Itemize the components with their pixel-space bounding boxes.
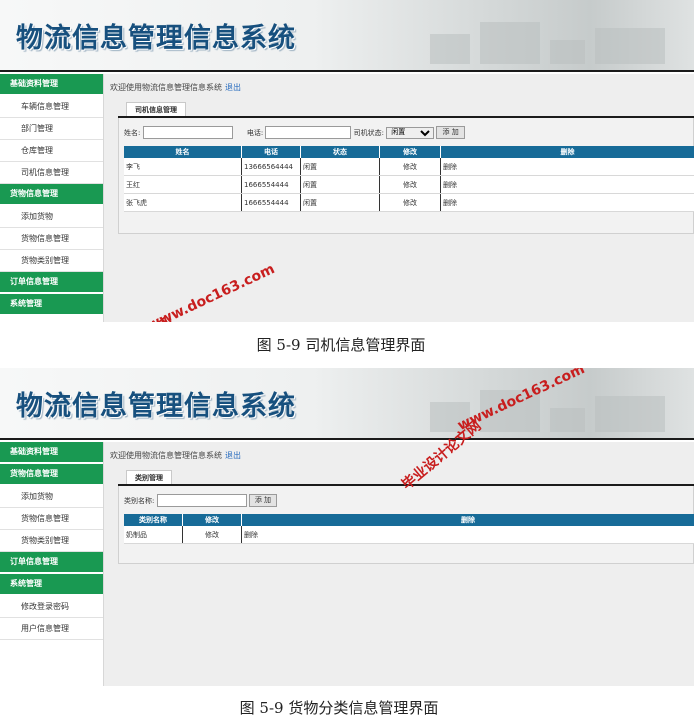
category-table: 类别名称 修改 删除 奶制品 修改 删除 xyxy=(124,514,694,544)
system-title: 物流信息管理信息系统 xyxy=(16,391,296,422)
logout-link[interactable]: 退出 xyxy=(225,451,241,460)
column-header-edit: 修改 xyxy=(182,514,242,526)
phone-label: 电话: xyxy=(246,128,264,137)
sidebar-item-3[interactable]: 货物信息管理 xyxy=(0,508,103,530)
table-row: 张飞虎 1666554444 闲置 修改 删除 xyxy=(124,193,694,212)
column-header-edit: 修改 xyxy=(379,146,441,158)
sidebar-item-2[interactable]: 部门管理 xyxy=(0,118,103,140)
driver-table: 姓名 电话 状态 修改 删除 李飞 13666564444 闲置 修改 删除 王红 1666… xyxy=(124,146,694,212)
column-header-phone: 电话 xyxy=(241,146,301,158)
sidebar-menu: 基础资料管理 车辆信息管理 部门管理 仓库管理 司机信息管理 货物信息管理 添加货物 货物信息… xyxy=(0,74,104,322)
category-search-bar: 类别名称: 添 加 xyxy=(124,494,278,507)
header-banner: 物流信息管理信息系统 xyxy=(0,0,694,72)
sidebar-section-9[interactable]: 订单信息管理 xyxy=(0,272,103,294)
driver-name-cell: 张飞虎 xyxy=(124,193,242,212)
category-name-input[interactable] xyxy=(156,494,247,507)
sidebar-section-0[interactable]: 基础资料管理 xyxy=(0,74,103,96)
sidebar-menu: 基础资料管理 货物信息管理 添加货物 货物信息管理 货物类别管理 订单信息管理 系统管理 修改… xyxy=(0,442,104,686)
edit-link[interactable]: 修改 xyxy=(182,526,242,544)
welcome-text: 欢迎使用物流信息管理信息系统 xyxy=(110,451,222,460)
sidebar-item-4[interactable]: 司机信息管理 xyxy=(0,162,103,184)
add-category-button[interactable]: 添 加 xyxy=(248,494,278,507)
driver-search-bar: 姓名: 电话: 司机状态: 闲置 添 加 xyxy=(124,126,465,139)
category-name-cell: 奶制品 xyxy=(124,526,183,544)
driver-phone-cell: 13666564444 xyxy=(241,158,301,176)
sidebar-item-2[interactable]: 添加货物 xyxy=(0,486,103,508)
delete-link[interactable]: 删除 xyxy=(440,193,694,212)
header-banner: 物流信息管理信息系统 xyxy=(0,368,694,440)
screenshot-category-management: 物流信息管理信息系统 基础资料管理 货物信息管理 添加货物 货物信息管理 货物类别管理订… xyxy=(0,368,694,686)
driver-status-cell: 闲置 xyxy=(300,158,380,176)
sidebar-item-8[interactable]: 货物类别管理 xyxy=(0,250,103,272)
driver-status-select[interactable]: 闲置 xyxy=(386,126,435,139)
screenshot-driver-management: 物流信息管理信息系统 基础资料管理 车辆信息管理 部门管理 仓库管理 司机信息管理 货物信… xyxy=(0,0,694,322)
driver-phone-cell: 1666554444 xyxy=(241,175,301,194)
column-header-delete: 删除 xyxy=(440,146,694,158)
tab-driver-management[interactable]: 司机信息管理 xyxy=(126,102,186,117)
driver-name-cell: 李飞 xyxy=(124,158,242,176)
sidebar-section-5[interactable]: 货物信息管理 xyxy=(0,184,103,206)
name-input[interactable] xyxy=(142,126,233,139)
table-row: 王红 1666554444 闲置 修改 删除 xyxy=(124,175,694,194)
sidebar-item-3[interactable]: 仓库管理 xyxy=(0,140,103,162)
category-name-label: 类别名称: xyxy=(124,496,155,505)
sidebar-section-10[interactable]: 系统管理 xyxy=(0,294,103,316)
welcome-text: 欢迎使用物流信息管理信息系统 xyxy=(110,83,222,92)
edit-link[interactable]: 修改 xyxy=(379,193,441,212)
delete-link[interactable]: 删除 xyxy=(440,175,694,194)
column-header-name: 姓名 xyxy=(124,146,242,158)
logout-link[interactable]: 退出 xyxy=(225,83,241,92)
delete-link[interactable]: 删除 xyxy=(440,158,694,176)
name-label: 姓名: xyxy=(124,128,141,137)
caption-category-management: 图 5-9 货物分类信息管理界面 xyxy=(239,699,439,717)
table-row: 奶制品 修改 删除 xyxy=(124,526,694,544)
table-row: 李飞 13666564444 闲置 修改 删除 xyxy=(124,158,694,176)
edit-link[interactable]: 修改 xyxy=(379,175,441,194)
caption-driver-management: 图 5-9 司机信息管理界面 xyxy=(256,336,426,354)
sidebar-section-5[interactable]: 订单信息管理 xyxy=(0,552,103,574)
driver-phone-cell: 1666554444 xyxy=(241,193,301,212)
sidebar-item-7[interactable]: 修改登录密码 xyxy=(0,596,103,618)
driver-status-label: 司机状态: xyxy=(353,128,385,137)
driver-status-cell: 闲置 xyxy=(300,193,380,212)
sidebar-item-4[interactable]: 货物类别管理 xyxy=(0,530,103,552)
driver-status-cell: 闲置 xyxy=(300,175,380,194)
sidebar-item-6[interactable]: 添加货物 xyxy=(0,206,103,228)
add-driver-button[interactable]: 添 加 xyxy=(436,126,465,139)
system-title: 物流信息管理信息系统 xyxy=(16,23,296,54)
welcome-bar: 欢迎使用物流信息管理信息系统 退出 xyxy=(110,82,241,93)
column-header-category: 类别名称 xyxy=(124,514,183,526)
main-content: 欢迎使用物流信息管理信息系统 退出 司机信息管理 姓名: 电话: 司机状态: 闲置… xyxy=(104,74,694,322)
sidebar-item-8[interactable]: 用户信息管理 xyxy=(0,618,103,640)
tab-category-management[interactable]: 类别管理 xyxy=(126,470,172,485)
sidebar-section-6[interactable]: 系统管理 xyxy=(0,574,103,596)
driver-panel: 司机信息管理 姓名: 电话: 司机状态: 闲置 添 加 姓名 电话 状态 修改 … xyxy=(118,102,694,234)
welcome-bar: 欢迎使用物流信息管理信息系统 退出 xyxy=(110,450,241,461)
delete-link[interactable]: 删除 xyxy=(241,526,694,544)
sidebar-section-1[interactable]: 货物信息管理 xyxy=(0,464,103,486)
sidebar-item-7[interactable]: 货物信息管理 xyxy=(0,228,103,250)
column-header-delete: 删除 xyxy=(241,514,694,526)
sidebar-item-1[interactable]: 车辆信息管理 xyxy=(0,96,103,118)
phone-input[interactable] xyxy=(265,126,352,139)
column-header-status: 状态 xyxy=(300,146,380,158)
sidebar-section-0[interactable]: 基础资料管理 xyxy=(0,442,103,464)
edit-link[interactable]: 修改 xyxy=(379,158,441,176)
driver-name-cell: 王红 xyxy=(124,175,242,194)
